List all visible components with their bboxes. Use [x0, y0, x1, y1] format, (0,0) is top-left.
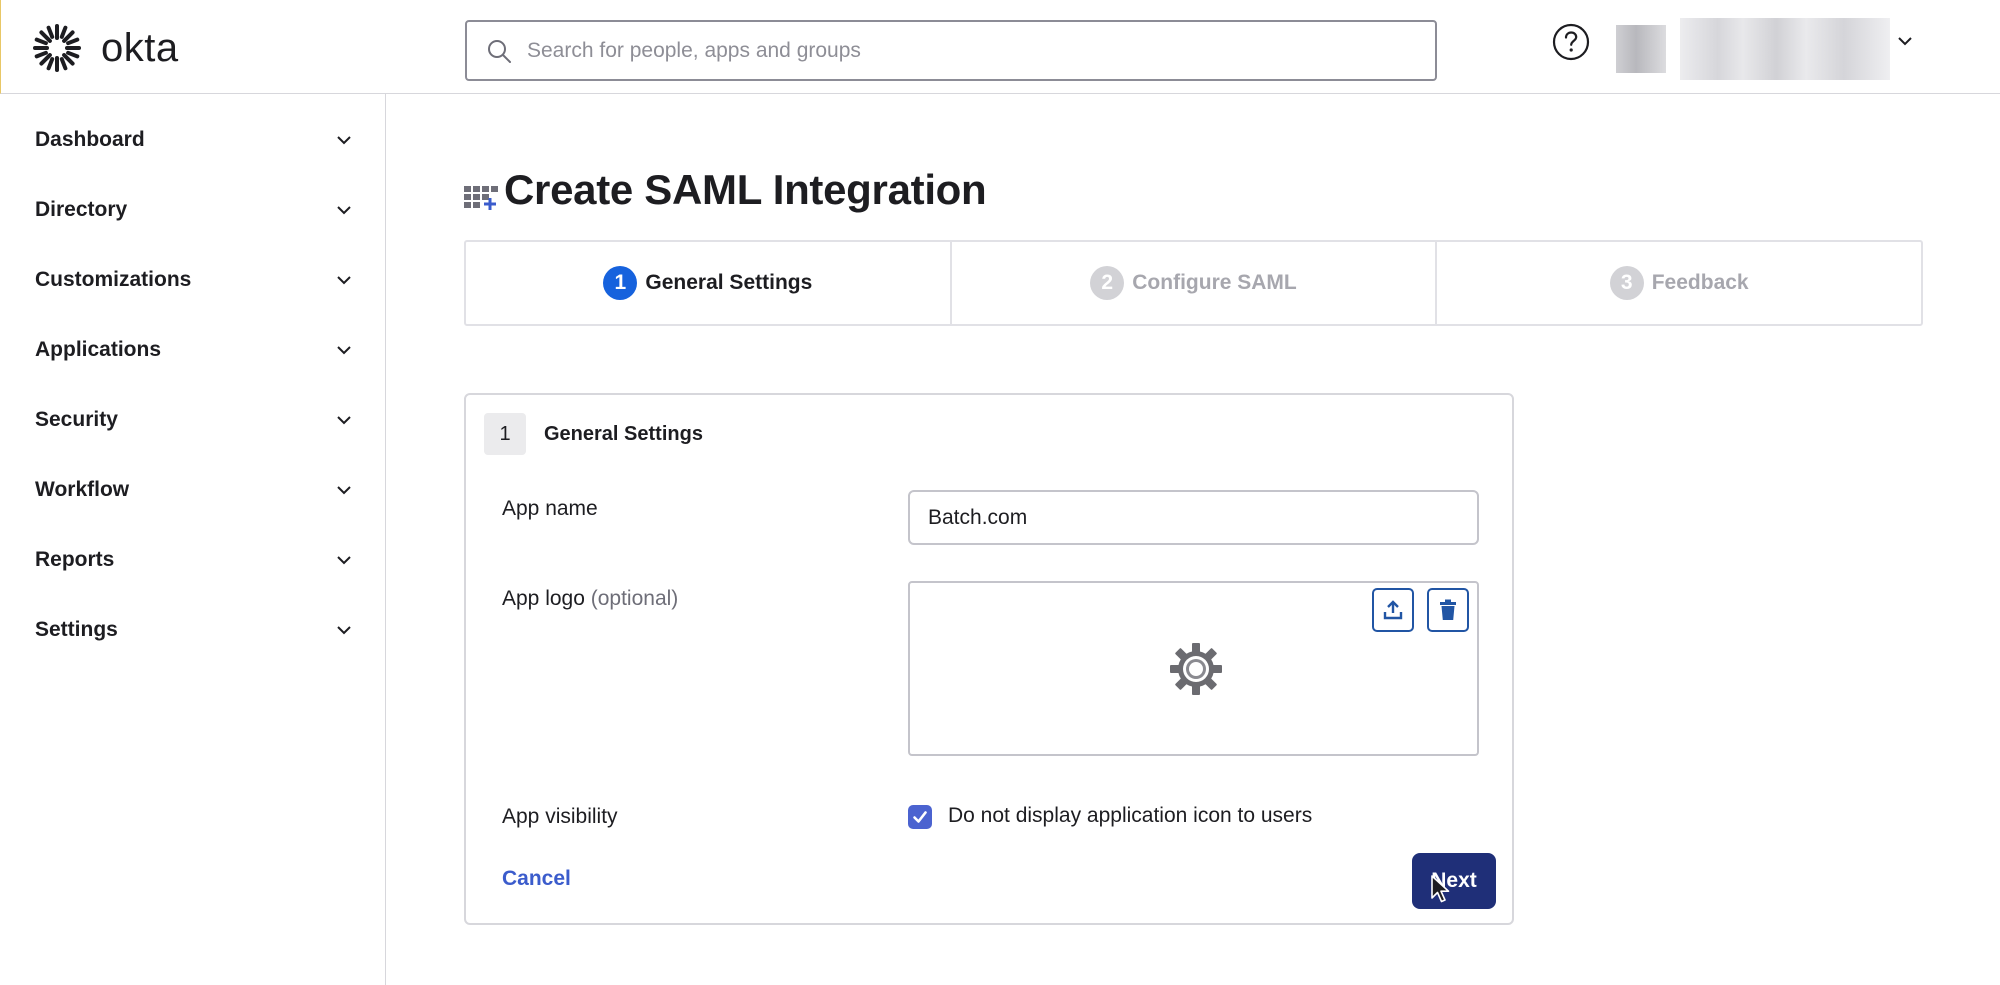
- app-logo-dropzone[interactable]: [908, 581, 1479, 756]
- sidebar-item-label: Customizations: [35, 268, 192, 291]
- wizard-stepper: 1 General Settings 2 Configure SAML 3 Fe…: [464, 240, 1923, 326]
- general-settings-panel: 1 General Settings App name App logo (op…: [464, 393, 1514, 925]
- sidebar-item-label: Workflow: [35, 478, 130, 501]
- section-title: General Settings: [544, 422, 703, 445]
- sidebar-item-label: Applications: [35, 338, 162, 361]
- sidebar-item-label: Reports: [35, 548, 115, 571]
- sidebar-item-customizations[interactable]: Customizations: [35, 260, 355, 300]
- search-input[interactable]: [525, 37, 1405, 64]
- section-number: 1: [484, 413, 526, 455]
- sidebar-item-settings[interactable]: Settings: [35, 610, 355, 650]
- gear-icon: [1170, 643, 1222, 695]
- sidebar-item-label: Security: [35, 408, 118, 431]
- brand-name: okta: [101, 25, 179, 70]
- step-label: Configure SAML: [1132, 271, 1297, 294]
- app-visibility-label: App visibility: [502, 805, 618, 828]
- delete-logo-button[interactable]: [1427, 588, 1469, 632]
- sidebar-item-label: Settings: [35, 618, 118, 641]
- chevron-down-icon[interactable]: [1894, 30, 1916, 52]
- avatar: [1616, 25, 1666, 73]
- chevron-down-icon: [337, 556, 351, 565]
- search-icon: [488, 39, 511, 63]
- chevron-down-icon: [337, 206, 351, 215]
- hide-icon-checkbox-label[interactable]: Do not display application icon to users: [948, 804, 1312, 828]
- step-label: General Settings: [645, 271, 813, 294]
- help-icon[interactable]: [1551, 22, 1591, 62]
- step-general-settings: 1 General Settings: [466, 242, 952, 324]
- add-app-grid-icon: [464, 186, 498, 210]
- next-button[interactable]: Next: [1412, 853, 1496, 909]
- step-label: Feedback: [1651, 271, 1749, 294]
- sidebar-item-security[interactable]: Security: [35, 400, 355, 440]
- step-number: 2: [1090, 266, 1125, 300]
- app-name-input[interactable]: [908, 490, 1479, 545]
- panel-header: 1 General Settings: [484, 413, 703, 455]
- sidebar-item-applications[interactable]: Applications: [35, 330, 355, 370]
- app-name-label: App name: [502, 497, 598, 520]
- sidebar-item-workflow[interactable]: Workflow: [35, 470, 355, 510]
- chevron-down-icon: [337, 346, 351, 355]
- chevron-down-icon: [337, 486, 351, 495]
- cancel-button[interactable]: Cancel: [502, 867, 571, 891]
- chevron-down-icon: [337, 626, 351, 635]
- top-bar: okta: [0, 0, 2000, 94]
- sidebar: Dashboard Directory Customizations Appli…: [0, 94, 386, 985]
- optional-hint: (optional): [590, 587, 679, 610]
- page-title: Create SAML Integration: [504, 166, 987, 213]
- okta-sunburst-logo-icon: [33, 24, 81, 72]
- app-logo-label: App logo (optional): [502, 587, 678, 611]
- sidebar-item-reports[interactable]: Reports: [35, 540, 355, 580]
- chevron-down-icon: [337, 416, 351, 425]
- step-number: 3: [1609, 266, 1644, 300]
- chevron-down-icon: [337, 276, 351, 285]
- sidebar-item-label: Dashboard: [35, 128, 145, 151]
- sidebar-item-dashboard[interactable]: Dashboard: [35, 120, 355, 160]
- hide-icon-checkbox[interactable]: [908, 805, 932, 829]
- sidebar-item-label: Directory: [35, 198, 128, 221]
- step-feedback: 3 Feedback: [1437, 242, 1921, 324]
- page-header: Create SAML Integration: [464, 166, 987, 214]
- okta-logo[interactable]: okta: [33, 24, 179, 72]
- user-menu[interactable]: [1616, 18, 1896, 80]
- global-search[interactable]: [465, 20, 1437, 81]
- checkmark-icon: [913, 811, 927, 823]
- step-configure-saml: 2 Configure SAML: [952, 242, 1438, 324]
- upload-logo-button[interactable]: [1372, 588, 1414, 632]
- trash-icon: [1440, 599, 1456, 620]
- upload-icon: [1383, 600, 1403, 620]
- step-number: 1: [603, 266, 638, 300]
- app-logo-label-text: App logo: [502, 587, 585, 610]
- user-name-redacted: [1680, 18, 1890, 80]
- sidebar-item-directory[interactable]: Directory: [35, 190, 355, 230]
- chevron-down-icon: [337, 136, 351, 145]
